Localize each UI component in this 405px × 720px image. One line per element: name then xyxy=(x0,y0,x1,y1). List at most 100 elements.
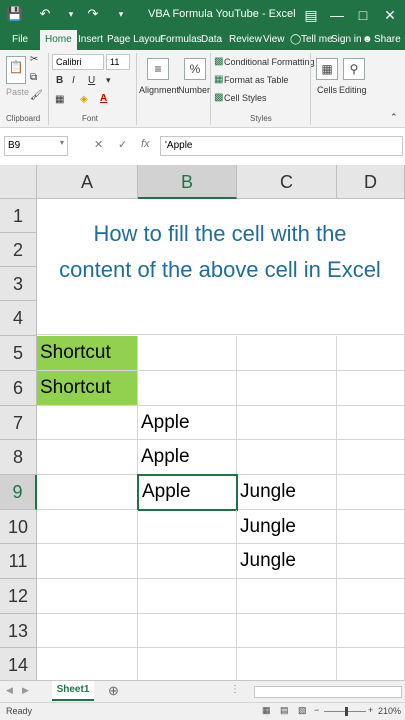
cell-a5[interactable]: Shortcut xyxy=(37,336,138,371)
percent-icon[interactable]: % xyxy=(184,58,206,80)
cell-d6[interactable] xyxy=(337,371,405,406)
cell-c6[interactable] xyxy=(237,371,337,406)
alignment-button[interactable]: Alignment xyxy=(139,85,179,95)
cells-button[interactable]: Cells xyxy=(317,85,337,95)
column-header-a[interactable]: A xyxy=(37,165,138,199)
redo-icon[interactable]: ↷ xyxy=(84,5,102,23)
cell-styles-button[interactable]: Cell Styles xyxy=(224,93,267,103)
tab-view[interactable]: View xyxy=(263,30,285,50)
tab-home[interactable]: Home xyxy=(40,30,77,50)
cell-a14[interactable] xyxy=(37,648,138,680)
number-button[interactable]: Number xyxy=(178,85,210,95)
underline-button[interactable]: U xyxy=(88,75,95,86)
clipboard-icon[interactable]: 📋 xyxy=(6,56,26,84)
underline-dropdown-icon[interactable]: ▾ xyxy=(106,75,111,86)
cell-b14[interactable] xyxy=(138,648,237,680)
alignment-icon[interactable]: ≡ xyxy=(147,58,169,80)
customize-quick-access-icon[interactable]: ▾ xyxy=(112,5,130,23)
format-as-table-button[interactable]: Format as Table xyxy=(224,75,288,85)
cancel-icon[interactable]: ✕ xyxy=(94,138,103,151)
cell-a9[interactable] xyxy=(37,475,138,510)
cell-d9[interactable] xyxy=(337,475,405,510)
tab-review[interactable]: Review xyxy=(229,30,262,50)
zoom-out-icon[interactable]: − xyxy=(314,705,319,715)
row-header-4[interactable]: 4 xyxy=(0,301,37,336)
row-header-1[interactable]: 1 xyxy=(0,199,37,233)
normal-view-icon[interactable]: ▦ xyxy=(262,705,271,716)
tab-insert[interactable]: Insert xyxy=(78,30,103,50)
cell-c8[interactable] xyxy=(237,440,337,475)
maximize-button[interactable]: □ xyxy=(352,4,374,26)
tab-page-layout[interactable]: Page Layout xyxy=(107,30,163,50)
row-header-14[interactable]: 14 xyxy=(0,648,37,680)
cell-c11[interactable]: Jungle xyxy=(237,544,337,579)
undo-dropdown-icon[interactable]: ▾ xyxy=(62,5,80,23)
zoom-in-icon[interactable]: + xyxy=(368,705,373,715)
minimize-button[interactable]: — xyxy=(326,4,348,26)
row-header-7[interactable]: 7 xyxy=(0,406,37,440)
enter-icon[interactable]: ✓ xyxy=(118,138,127,151)
close-button[interactable]: ✕ xyxy=(379,4,401,26)
row-header-11[interactable]: 11 xyxy=(0,544,37,579)
row-header-3[interactable]: 3 xyxy=(0,267,37,301)
cell-b11[interactable] xyxy=(138,544,237,579)
name-box-dropdown-icon[interactable]: ▾ xyxy=(60,138,64,147)
cell-d11[interactable] xyxy=(337,544,405,579)
paste-label[interactable]: Paste xyxy=(6,87,29,97)
tab-data[interactable]: Data xyxy=(201,30,222,50)
formula-input[interactable]: 'Apple xyxy=(160,136,403,156)
row-header-6[interactable]: 6 xyxy=(0,371,37,406)
borders-icon[interactable]: ▦ xyxy=(55,94,64,105)
scroll-tabs-right-icon[interactable]: ▶ xyxy=(22,685,29,696)
column-header-d[interactable]: D xyxy=(337,165,405,199)
fill-color-icon[interactable]: ◈ xyxy=(80,94,88,105)
name-box[interactable]: B9 xyxy=(4,136,68,156)
cell-d7[interactable] xyxy=(337,406,405,440)
row-header-8[interactable]: 8 xyxy=(0,440,37,475)
cut-icon[interactable]: ✂ xyxy=(30,54,38,65)
font-color-button[interactable]: A xyxy=(100,93,107,104)
sign-in-link[interactable]: Sign in xyxy=(331,30,362,50)
cell-c5[interactable] xyxy=(237,336,337,371)
cell-a6[interactable]: Shortcut xyxy=(37,371,138,406)
tab-splitter-icon[interactable]: ⋮ xyxy=(230,684,240,695)
cell-a12[interactable] xyxy=(37,579,138,614)
cell-a13[interactable] xyxy=(37,614,138,648)
horizontal-scrollbar[interactable] xyxy=(254,686,402,698)
font-size-box[interactable]: 11 xyxy=(106,54,130,70)
cell-a7[interactable] xyxy=(37,406,138,440)
tell-me-box[interactable]: Tell me xyxy=(301,30,333,50)
cell-b5[interactable] xyxy=(138,336,237,371)
cell-d10[interactable] xyxy=(337,510,405,544)
cell-c14[interactable] xyxy=(237,648,337,680)
row-header-9[interactable]: 9 xyxy=(0,475,37,510)
cell-b9-active[interactable]: Apple xyxy=(137,474,238,511)
cell-d8[interactable] xyxy=(337,440,405,475)
editing-search-icon[interactable]: ⚲ xyxy=(343,58,365,80)
cell-b7[interactable]: Apple xyxy=(138,406,237,440)
tab-file[interactable]: File xyxy=(12,30,28,50)
cell-d5[interactable] xyxy=(337,336,405,371)
cell-b6[interactable] xyxy=(138,371,237,406)
italic-button[interactable]: I xyxy=(72,75,75,86)
undo-icon[interactable]: ↶ xyxy=(36,5,54,23)
zoom-level[interactable]: 210% xyxy=(378,706,401,716)
cell-a11[interactable] xyxy=(37,544,138,579)
editing-button[interactable]: Editing xyxy=(339,85,367,95)
column-header-c[interactable]: C xyxy=(237,165,337,199)
new-sheet-icon[interactable]: ⊕ xyxy=(108,683,119,699)
cell-b12[interactable] xyxy=(138,579,237,614)
cells-icon[interactable]: ▦ xyxy=(316,58,338,80)
select-all-corner[interactable] xyxy=(0,165,37,199)
row-header-13[interactable]: 13 xyxy=(0,614,37,648)
cell-d12[interactable] xyxy=(337,579,405,614)
font-name-box[interactable]: Calibri xyxy=(52,54,104,70)
row-header-12[interactable]: 12 xyxy=(0,579,37,614)
format-painter-icon[interactable]: 🖌 xyxy=(30,90,43,101)
zoom-slider-thumb[interactable] xyxy=(345,707,348,716)
tab-formulas[interactable]: Formulas xyxy=(160,30,202,50)
conditional-formatting-button[interactable]: Conditional Formatting xyxy=(224,57,315,67)
sheet-tab-sheet1[interactable]: Sheet1 xyxy=(52,681,94,701)
page-layout-view-icon[interactable]: ▤ xyxy=(280,705,289,716)
cell-b8[interactable]: Apple xyxy=(138,440,237,475)
